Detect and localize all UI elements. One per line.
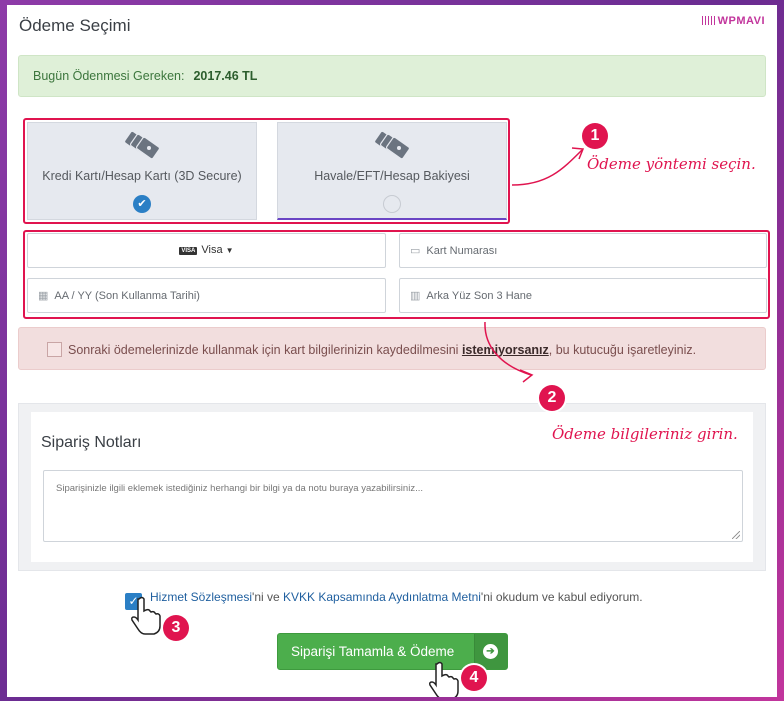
step-badge-2: 2 (539, 385, 565, 411)
save-card-alert: Sonraki ödemelerinizde kullanmak için ka… (18, 327, 766, 370)
amount-label: Bugün Ödenmesi Gereken: (33, 69, 185, 83)
method-label: Havale/EFT/Hesap Bakiyesi (314, 169, 470, 183)
service-agreement-link[interactable]: Hizmet Sözleşmesi (150, 590, 252, 604)
terms-row: ✓ Hizmet Sözleşmesi'ni ve KVKK Kapsamında… (125, 590, 643, 610)
step-badge-4: 4 (461, 665, 487, 691)
amount-due-alert: Bugün Ödenmesi Gereken: 2017.46 TL (18, 55, 766, 97)
brand-logo: WPMAVI (701, 15, 765, 27)
cvv-input[interactable]: ▥ Arka Yüz Son 3 Hane (399, 278, 767, 313)
notes-title: Sipariş Notları (41, 434, 142, 451)
visa-icon: VISA (179, 247, 198, 255)
resize-handle[interactable] (732, 531, 740, 539)
pointer-hand-icon (131, 596, 161, 635)
credit-card-icon: ▭ (410, 245, 421, 257)
method-label: Kredi Kartı/Hesap Kartı (3D Secure) (42, 169, 242, 183)
save-card-checkbox[interactable] (47, 342, 62, 357)
step1-annotation: Ödeme yöntemi seçin. (587, 155, 756, 173)
cards-icon (123, 131, 161, 160)
pointer-hand-icon (429, 661, 459, 697)
caret-down-icon: ▼ (225, 246, 234, 255)
card-brand-select[interactable]: VISA Visa ▼ (27, 233, 386, 268)
submit-arrow: ➔ (474, 634, 507, 669)
step-badge-3: 3 (163, 615, 189, 641)
step2-annotation: Ödeme bilgileriniz girin. (552, 425, 738, 443)
calendar-icon: ▦ (38, 290, 49, 302)
page-title: Ödeme Seçimi (19, 16, 131, 35)
amount-value: 2017.46 TL (193, 69, 258, 83)
arrow-right-icon: ➔ (483, 644, 498, 659)
barcode-icon: ▥ (410, 290, 421, 302)
radio-button[interactable] (383, 195, 401, 213)
submit-label: Siparişi Tamamla & Ödeme (291, 644, 455, 659)
expiry-input[interactable]: ▦ AA / YY (Son Kullanma Tarihi) (27, 278, 386, 313)
notes-textarea[interactable]: Siparişinizle ilgili eklemek istediğiniz… (43, 470, 743, 542)
step2-arrow (484, 321, 534, 383)
checkout-panel: Ödeme Seçimi WPMAVI Bugün Ödenmesi Gerek… (7, 5, 777, 697)
method-credit-card[interactable]: Kredi Kartı/Hesap Kartı (3D Secure) ✔ (27, 122, 257, 220)
method-bank-transfer[interactable]: Havale/EFT/Hesap Bakiyesi (277, 122, 507, 220)
card-brand-value: Visa (201, 244, 223, 256)
card-number-input[interactable]: ▭ Kart Numarası (399, 233, 767, 268)
step1-arrow (511, 147, 585, 186)
kvkk-link[interactable]: KVKK Kapsamında Aydınlatma Metni (283, 590, 481, 604)
cards-icon (373, 131, 411, 160)
check-icon: ✔ (133, 195, 151, 213)
